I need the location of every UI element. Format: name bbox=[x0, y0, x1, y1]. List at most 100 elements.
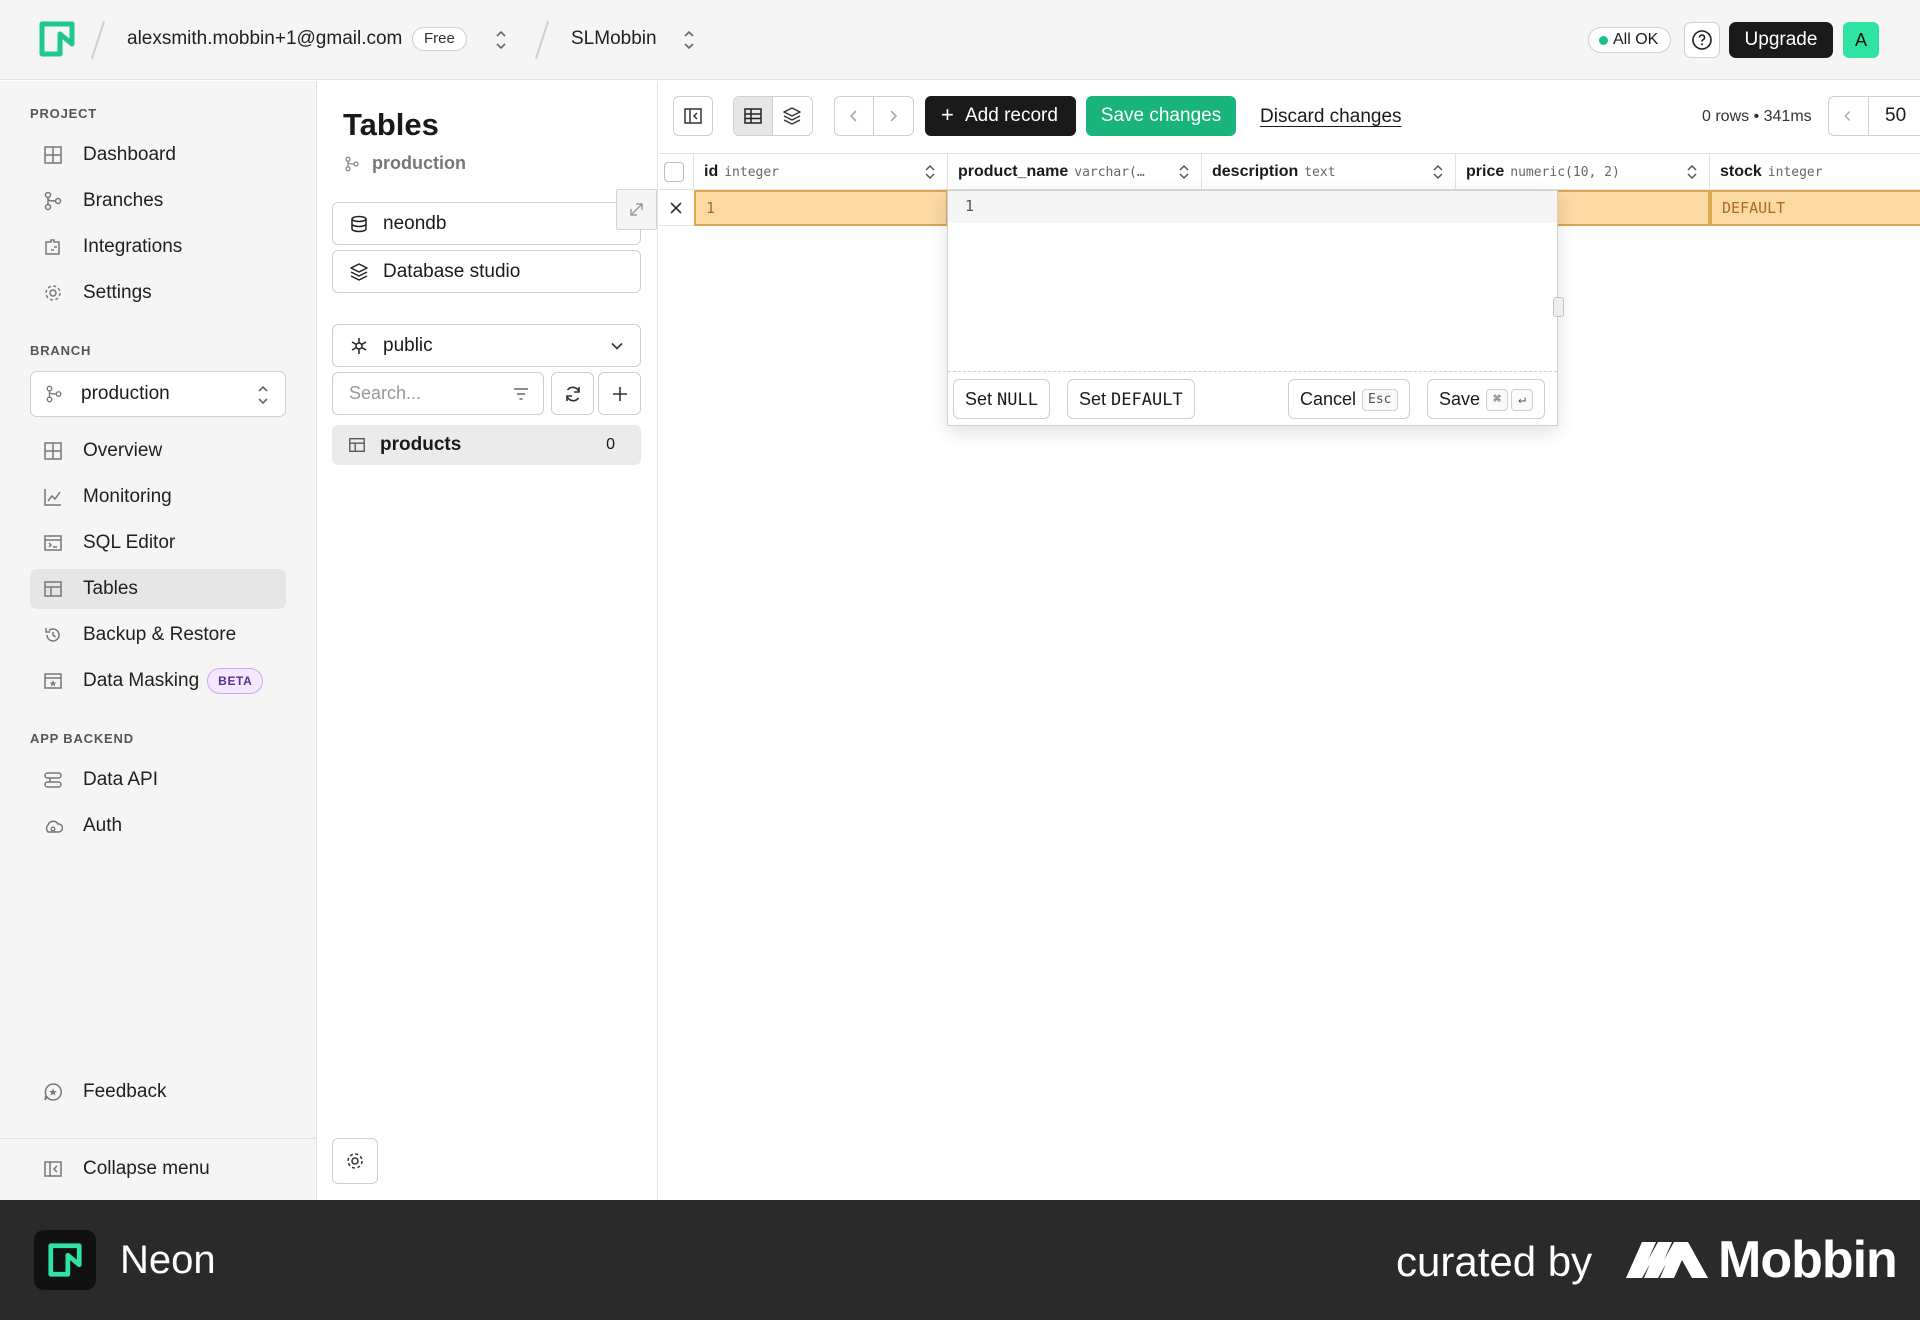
section-label-project: PROJECT bbox=[30, 106, 98, 121]
masking-icon bbox=[44, 673, 62, 689]
sidebar-item-label: Backup & Restore bbox=[83, 624, 237, 645]
select-all-cell bbox=[659, 154, 694, 190]
save-button[interactable]: Save ⌘ ↵ bbox=[1427, 379, 1546, 419]
feedback-button[interactable]: Feedback bbox=[30, 1072, 286, 1112]
status-badge[interactable]: All OK bbox=[1588, 27, 1672, 53]
prev-row-button[interactable] bbox=[835, 97, 875, 135]
set-prefix: Set bbox=[965, 389, 993, 409]
editor-footer: Set NULL Set DEFAULT Cancel Esc Save ⌘ ↵ bbox=[948, 371, 1557, 426]
set-null-button[interactable]: Set NULL bbox=[953, 379, 1050, 419]
column-header-price[interactable]: price numeric(10, 2) bbox=[1456, 154, 1710, 190]
help-button[interactable] bbox=[1684, 22, 1720, 58]
project-name[interactable]: SLMobbin bbox=[571, 28, 657, 50]
grid-view-button[interactable] bbox=[734, 97, 774, 135]
set-default-button[interactable]: Set DEFAULT bbox=[1067, 379, 1195, 419]
neon-logo-icon[interactable] bbox=[38, 20, 76, 58]
account-name[interactable]: alexsmith.mobbin+1@gmail.com bbox=[127, 28, 402, 50]
sort-icon[interactable] bbox=[1177, 163, 1191, 181]
resize-handle[interactable] bbox=[1553, 297, 1564, 317]
collapse-menu-button[interactable]: Collapse menu bbox=[30, 1149, 286, 1189]
avatar[interactable]: A bbox=[1843, 22, 1879, 58]
column-header-id[interactable]: id integer bbox=[694, 154, 948, 190]
footer: Neon curated by Mobbin bbox=[0, 1200, 1920, 1320]
toggle-sidebar-button[interactable] bbox=[673, 96, 713, 136]
layers-view-button[interactable] bbox=[773, 97, 812, 135]
sidebar-item-sql-editor[interactable]: SQL Editor bbox=[30, 523, 286, 563]
column-name: description bbox=[1212, 163, 1299, 180]
beta-badge: BETA bbox=[207, 668, 264, 694]
project-switcher-icon[interactable] bbox=[681, 26, 697, 54]
sidebar-item-dashboard[interactable]: Dashboard bbox=[30, 135, 286, 175]
monitoring-icon bbox=[44, 489, 61, 506]
panel-settings-button[interactable] bbox=[332, 1138, 378, 1184]
branch-selector[interactable]: production bbox=[30, 371, 286, 417]
sidebar-item-settings[interactable]: Settings bbox=[30, 273, 286, 313]
column-header-description[interactable]: description text bbox=[1202, 154, 1456, 190]
close-icon[interactable] bbox=[667, 199, 685, 217]
expand-button[interactable] bbox=[616, 189, 657, 230]
cell-stock[interactable]: DEFAULT bbox=[1710, 190, 1920, 226]
sidebar-item-monitoring[interactable]: Monitoring bbox=[30, 477, 286, 517]
column-header-product-name[interactable]: product_name varchar(… bbox=[948, 154, 1202, 190]
auth-icon bbox=[45, 820, 63, 833]
sidebar-item-backup-restore[interactable]: Backup & Restore bbox=[30, 615, 286, 655]
sidebar-item-overview[interactable]: Overview bbox=[30, 431, 286, 471]
cell-id[interactable]: 1 bbox=[694, 190, 948, 226]
search-placeholder: Search... bbox=[349, 383, 422, 403]
sidebar-item-branches[interactable]: Branches bbox=[30, 181, 286, 221]
upgrade-button[interactable]: Upgrade bbox=[1729, 22, 1833, 58]
sidebar-item-label: SQL Editor bbox=[83, 532, 176, 553]
column-type: varchar(… bbox=[1074, 165, 1145, 180]
sidebar-item-label: Data Masking bbox=[83, 670, 200, 691]
sort-icon[interactable] bbox=[1431, 163, 1445, 181]
column-header-stock[interactable]: stock integer bbox=[1710, 154, 1920, 190]
sidebar-divider bbox=[0, 1138, 316, 1139]
schema-selector[interactable]: public bbox=[332, 324, 641, 367]
row-info: 0 rows • 341ms bbox=[1702, 108, 1812, 125]
save-changes-button[interactable]: Save changes bbox=[1086, 96, 1236, 136]
cell-price[interactable] bbox=[1556, 190, 1710, 226]
sidebar-item-auth[interactable]: Auth bbox=[30, 806, 286, 846]
schema-icon bbox=[351, 337, 367, 354]
sidebar-item-tables[interactable]: Tables bbox=[30, 569, 286, 609]
select-all-checkbox[interactable] bbox=[664, 162, 684, 182]
column-name: id bbox=[704, 163, 719, 180]
account-switcher-icon[interactable] bbox=[493, 26, 509, 54]
search-input[interactable]: Search... bbox=[332, 372, 544, 415]
database-studio-button[interactable]: Database studio bbox=[332, 250, 641, 293]
editor-line[interactable]: 1 bbox=[948, 191, 1557, 223]
feedback-icon bbox=[44, 1083, 62, 1101]
prev-page-button[interactable] bbox=[1828, 96, 1868, 136]
sort-icon[interactable] bbox=[923, 163, 937, 181]
table-item-products[interactable]: products 0 bbox=[332, 425, 641, 465]
page-title: Tables bbox=[343, 107, 439, 142]
grid-header: id integer product_name varchar(… descript… bbox=[659, 153, 1920, 190]
sort-icon[interactable] bbox=[1685, 163, 1699, 181]
sidebar-item-label: Overview bbox=[83, 440, 163, 461]
add-record-button[interactable]: Add record bbox=[925, 95, 1076, 136]
help-icon bbox=[1692, 30, 1712, 50]
row-nav bbox=[834, 96, 914, 136]
sidebar-item-data-api[interactable]: Data API bbox=[30, 760, 286, 800]
page-size-input[interactable]: 50 bbox=[1868, 96, 1920, 136]
layers-icon bbox=[783, 107, 801, 125]
database-studio-label: Database studio bbox=[383, 260, 521, 282]
footer-app-name: Neon bbox=[120, 1238, 216, 1282]
database-selector[interactable]: neondb bbox=[332, 202, 641, 245]
command-key: ⌘ bbox=[1486, 389, 1509, 411]
cancel-button[interactable]: Cancel Esc bbox=[1288, 379, 1410, 419]
table-row-count: 0 bbox=[606, 436, 615, 453]
sidebar-item-integrations[interactable]: Integrations bbox=[30, 227, 286, 267]
next-row-button[interactable] bbox=[874, 97, 913, 135]
refresh-button[interactable] bbox=[551, 372, 594, 415]
breadcrumb-separator bbox=[534, 20, 550, 60]
add-table-button[interactable] bbox=[598, 372, 641, 415]
filter-icon[interactable] bbox=[511, 384, 531, 404]
panel-branch-name: production bbox=[372, 153, 466, 173]
feedback-label: Feedback bbox=[83, 1081, 167, 1102]
data-api-icon bbox=[44, 772, 62, 788]
sidebar-item-label: Settings bbox=[83, 282, 152, 303]
sidebar-item-data-masking[interactable]: Data Masking BETA bbox=[30, 661, 286, 701]
mobbin-logo-icon bbox=[1626, 1242, 1708, 1278]
discard-changes-button[interactable]: Discard changes bbox=[1260, 106, 1402, 128]
